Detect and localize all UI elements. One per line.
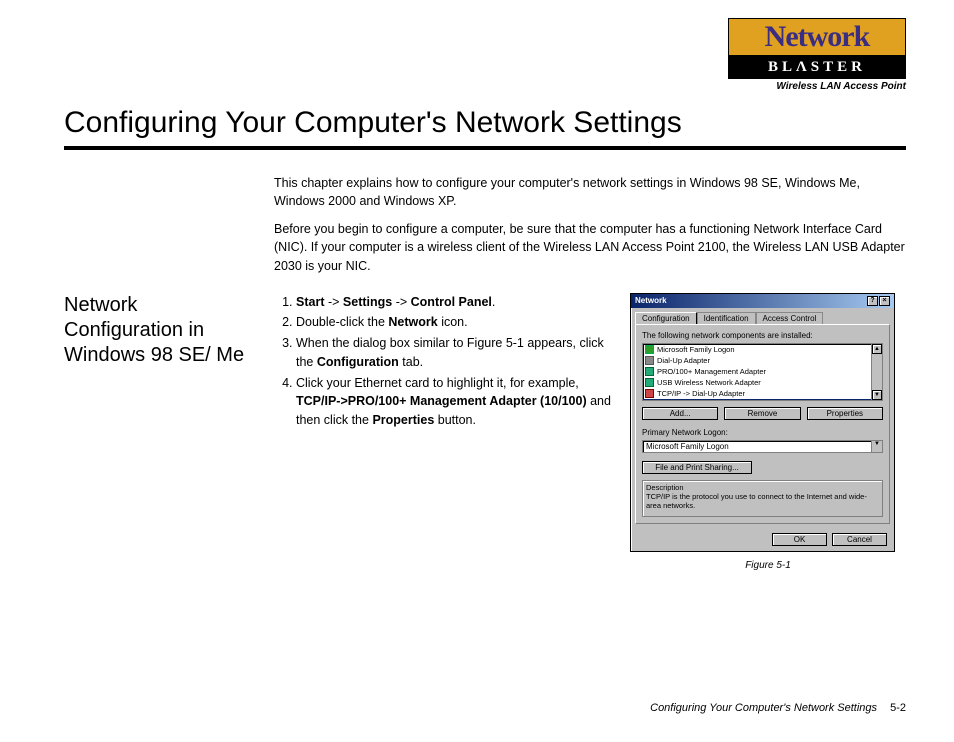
tab-configuration[interactable]: Configuration xyxy=(635,312,697,324)
description-label: Description xyxy=(646,483,879,492)
list-item[interactable]: PRO/100+ Management Adapter xyxy=(643,366,882,377)
components-listbox[interactable]: Microsoft Family Logon Dial-Up Adapter P… xyxy=(642,343,883,401)
ok-button[interactable]: OK xyxy=(772,533,827,546)
adapter-icon xyxy=(645,378,654,387)
list-item[interactable]: USB Wireless Network Adapter xyxy=(643,377,882,388)
steps-list: Start -> Settings -> Control Panel. Doub… xyxy=(274,293,614,571)
components-label: The following network components are ins… xyxy=(642,331,883,340)
logon-label: Primary Network Logon: xyxy=(642,428,883,437)
page-footer: Configuring Your Computer's Network Sett… xyxy=(650,702,906,714)
tab-access-control[interactable]: Access Control xyxy=(756,312,824,324)
step-4: Click your Ethernet card to highlight it… xyxy=(296,374,614,430)
adapter-icon xyxy=(645,356,654,365)
protocol-icon xyxy=(645,389,654,398)
brand-logo: Network BLΛSTER Wireless LAN Access Poin… xyxy=(728,18,906,92)
scroll-up-icon[interactable]: ▲ xyxy=(872,344,882,354)
dialog-title: Network xyxy=(635,296,667,305)
list-item[interactable]: Microsoft Family Logon xyxy=(643,344,882,355)
list-item-selected[interactable]: TCP/IP -> PRO/100+ Management Adapter xyxy=(643,399,882,401)
chevron-down-icon[interactable]: ▼ xyxy=(871,441,882,452)
help-icon[interactable]: ? xyxy=(867,296,878,306)
client-icon xyxy=(645,345,654,354)
dialog-titlebar[interactable]: Network ? × xyxy=(631,294,894,308)
tab-identification[interactable]: Identification xyxy=(697,312,756,324)
section-heading: Network Configuration in Windows 98 SE/ … xyxy=(64,293,274,571)
step-2: Double-click the Network icon. xyxy=(296,313,614,332)
intro-paragraph-1: This chapter explains how to configure y… xyxy=(274,174,906,210)
logo-line1: Network xyxy=(728,18,906,56)
adapter-icon xyxy=(645,367,654,376)
remove-button[interactable]: Remove xyxy=(724,407,800,420)
intro-block: This chapter explains how to configure y… xyxy=(274,174,906,275)
logon-value: Microsoft Family Logon xyxy=(646,442,729,451)
file-print-sharing-button[interactable]: File and Print Sharing... xyxy=(642,461,752,474)
properties-button[interactable]: Properties xyxy=(807,407,883,420)
close-icon[interactable]: × xyxy=(879,296,890,306)
scrollbar[interactable]: ▲ ▼ xyxy=(871,344,882,400)
scroll-down-icon[interactable]: ▼ xyxy=(872,390,882,400)
add-button[interactable]: Add... xyxy=(642,407,718,420)
intro-paragraph-2: Before you begin to configure a computer… xyxy=(274,220,906,274)
description-box: Description TCP/IP is the protocol you u… xyxy=(642,480,883,517)
step-3: When the dialog box similar to Figure 5-… xyxy=(296,334,614,372)
protocol-icon xyxy=(645,400,654,401)
list-item[interactable]: Dial-Up Adapter xyxy=(643,355,882,366)
list-item[interactable]: TCP/IP -> Dial-Up Adapter xyxy=(643,388,882,399)
figure-column: Network ? × Configuration Identification… xyxy=(614,293,906,571)
logo-subtitle: Wireless LAN Access Point xyxy=(728,81,906,92)
page-title: Configuring Your Computer's Network Sett… xyxy=(64,106,906,150)
description-text: TCP/IP is the protocol you use to connec… xyxy=(646,492,879,510)
logon-dropdown[interactable]: Microsoft Family Logon ▼ xyxy=(642,440,883,453)
cancel-button[interactable]: Cancel xyxy=(832,533,887,546)
step-1: Start -> Settings -> Control Panel. xyxy=(296,293,614,312)
figure-caption: Figure 5-1 xyxy=(630,560,906,571)
network-dialog: Network ? × Configuration Identification… xyxy=(630,293,895,552)
logo-line2: BLΛSTER xyxy=(728,56,906,79)
page-number: 5-2 xyxy=(890,702,906,714)
footer-text: Configuring Your Computer's Network Sett… xyxy=(650,702,877,714)
